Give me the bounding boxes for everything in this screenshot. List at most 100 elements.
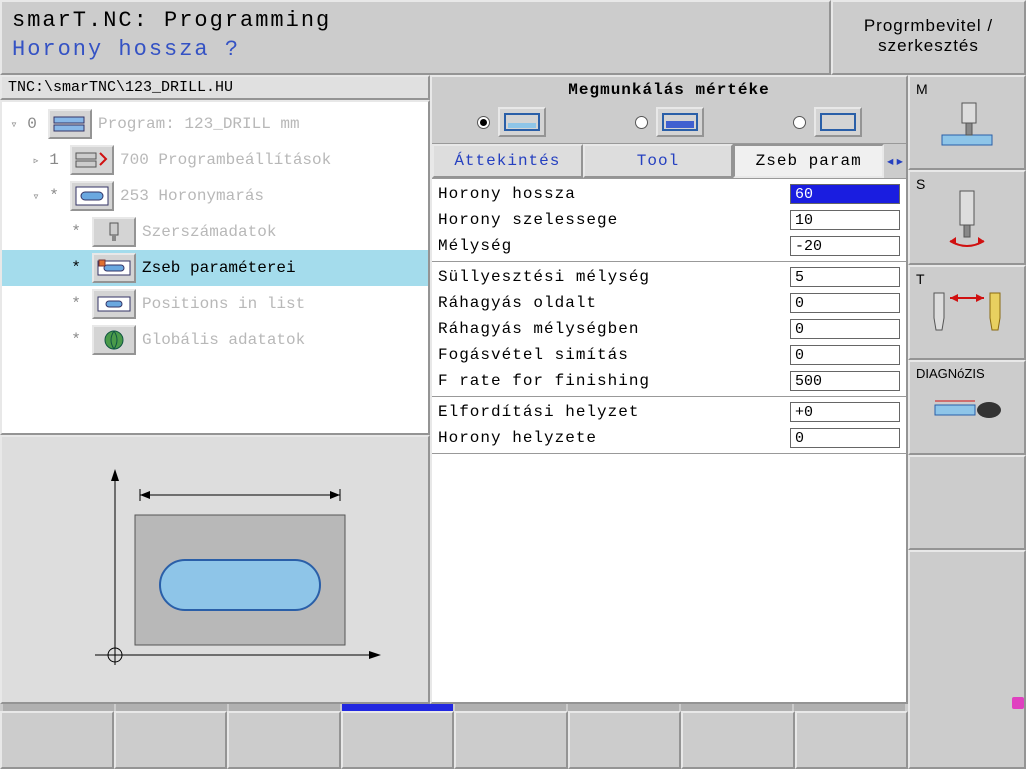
tree-row[interactable]: ▿* 253 Horonymarás xyxy=(2,178,428,214)
tree-index: 1 xyxy=(44,151,64,169)
param-group: Horony hossza60Horony szelessege10Mélysé… xyxy=(432,179,906,262)
tree-index: * xyxy=(44,187,64,205)
tree-twisty-icon: ▿ xyxy=(6,117,22,132)
param-label: Elfordítási helyzet xyxy=(438,403,790,421)
param-input[interactable]: 10 xyxy=(790,210,900,230)
softkey-b1[interactable] xyxy=(0,711,114,769)
param-input[interactable]: 0 xyxy=(790,345,900,365)
softkey-m[interactable]: M xyxy=(908,75,1026,170)
toolchange-icon xyxy=(914,271,1020,354)
tab-bar: ÁttekintésToolZseb param◂▸ xyxy=(432,143,906,179)
rough-finish-icon xyxy=(498,107,546,137)
param-row: Fogásvétel simítás0 xyxy=(432,342,906,368)
status-dot-icon xyxy=(1012,697,1024,709)
tree-item-icon xyxy=(92,325,136,355)
machine-icon xyxy=(914,81,1020,164)
param-label: Fogásvétel simítás xyxy=(438,346,790,364)
machining-title: Megmunkálás mértéke xyxy=(432,77,906,103)
param-group: Süllyesztési mélység5Ráhagyás oldalt0Ráh… xyxy=(432,262,906,397)
param-row: Horony szelessege10 xyxy=(432,207,906,233)
param-label: Ráhagyás mélységben xyxy=(438,320,790,338)
tree-label: 253 Horonymarás xyxy=(120,187,428,205)
tab-áttekintés[interactable]: Áttekintés xyxy=(432,144,583,178)
tree-item-icon xyxy=(70,145,114,175)
softkey-label: S xyxy=(916,176,925,192)
machining-opt-0[interactable] xyxy=(477,107,546,137)
softkey-label: DIAGNóZIS xyxy=(916,366,985,381)
tree-item-icon xyxy=(92,289,136,319)
tree-row[interactable]: ▹1700 Programbeállítások xyxy=(2,142,428,178)
softkey-b5[interactable] xyxy=(454,711,568,769)
program-tree[interactable]: ▿0Program: 123_DRILL mm▹1700 Programbeál… xyxy=(0,100,430,435)
softkey-r6[interactable] xyxy=(908,550,1026,769)
machining-opt-1[interactable] xyxy=(635,107,704,137)
preview-pane xyxy=(0,435,430,704)
param-group: Elfordítási helyzet+0Horony helyzete0 xyxy=(432,397,906,454)
tree-index: 0 xyxy=(22,115,42,133)
param-label: Mélység xyxy=(438,237,790,255)
softkeys-right: M S T xyxy=(908,75,1026,769)
tab-zseb-param[interactable]: Zseb param xyxy=(733,144,884,178)
softkey-b7[interactable] xyxy=(681,711,795,769)
param-input[interactable]: 0 xyxy=(790,428,900,448)
param-row: Ráhagyás mélységben0 xyxy=(432,316,906,342)
tab-scroll-icon[interactable]: ◂▸ xyxy=(884,151,906,171)
tree-twisty-icon: ▹ xyxy=(28,153,44,168)
softkey-t[interactable]: T xyxy=(908,265,1026,360)
tree-item-icon xyxy=(92,217,136,247)
softkey-b4[interactable] xyxy=(341,711,455,769)
rough-icon xyxy=(656,107,704,137)
param-panel: Horony hossza60Horony szelessege10Mélysé… xyxy=(432,179,906,702)
tree-index: * xyxy=(66,259,86,277)
param-input[interactable]: 60 xyxy=(790,184,900,204)
softkey-s[interactable]: S xyxy=(908,170,1026,265)
machining-opt-2[interactable] xyxy=(793,107,862,137)
radio-icon xyxy=(635,116,648,129)
tree-item-icon xyxy=(70,181,114,211)
tab-tool[interactable]: Tool xyxy=(583,144,734,178)
softkey-b6[interactable] xyxy=(568,711,682,769)
slot-preview-icon xyxy=(35,455,395,685)
softkey-r5[interactable] xyxy=(908,455,1026,550)
path-bar: TNC:\smarTNC\123_DRILL.HU xyxy=(0,75,430,100)
param-row: Mélység-20 xyxy=(432,233,906,259)
param-label: Ráhagyás oldalt xyxy=(438,294,790,312)
tree-index: * xyxy=(66,223,86,241)
param-label: Horony helyzete xyxy=(438,429,790,447)
param-input[interactable]: 5 xyxy=(790,267,900,287)
softkeys-bottom xyxy=(0,711,908,769)
softkey-b8[interactable] xyxy=(795,711,909,769)
softkey-label: T xyxy=(916,271,925,287)
param-label: Horony hossza xyxy=(438,185,790,203)
param-input[interactable]: +0 xyxy=(790,402,900,422)
tree-row[interactable]: *Globális adatatok xyxy=(2,322,428,358)
tree-row[interactable]: ▿0 Program: 123_DRILL mm xyxy=(2,106,428,142)
tree-twisty-icon: ▿ xyxy=(28,189,44,204)
tree-row[interactable]: *Positions in list xyxy=(2,286,428,322)
param-row: Horony hossza60 xyxy=(432,181,906,207)
finish-icon xyxy=(814,107,862,137)
header: smarT.NC: Programming Horony hossza ? Pr… xyxy=(0,0,1026,75)
tree-row[interactable]: *Szerszámadatok xyxy=(2,214,428,250)
param-input[interactable]: 0 xyxy=(790,293,900,313)
param-input[interactable]: -20 xyxy=(790,236,900,256)
tree-row[interactable]: * Zseb paraméterei xyxy=(2,250,428,286)
param-input[interactable]: 500 xyxy=(790,371,900,391)
param-input[interactable]: 0 xyxy=(790,319,900,339)
param-label: F rate for finishing xyxy=(438,372,790,390)
softkey-diagnosis[interactable]: DIAGNóZIS xyxy=(908,360,1026,455)
spindle-icon xyxy=(914,176,1020,259)
softkey-b3[interactable] xyxy=(227,711,341,769)
param-row: Ráhagyás oldalt0 xyxy=(432,290,906,316)
tree-label: Zseb paraméterei xyxy=(142,259,428,277)
mode-button[interactable]: Progrmbevitel / szerkesztés xyxy=(831,0,1026,75)
tree-label: Program: 123_DRILL mm xyxy=(98,115,428,133)
softkey-b2[interactable] xyxy=(114,711,228,769)
param-row: Elfordítási helyzet+0 xyxy=(432,399,906,425)
tree-label: Positions in list xyxy=(142,295,428,313)
tree-item-icon xyxy=(48,109,92,139)
header-left: smarT.NC: Programming Horony hossza ? xyxy=(0,0,831,75)
tree-label: Globális adatatok xyxy=(142,331,428,349)
prompt-line: Horony hossza ? xyxy=(12,37,819,62)
param-label: Süllyesztési mélység xyxy=(438,268,790,286)
